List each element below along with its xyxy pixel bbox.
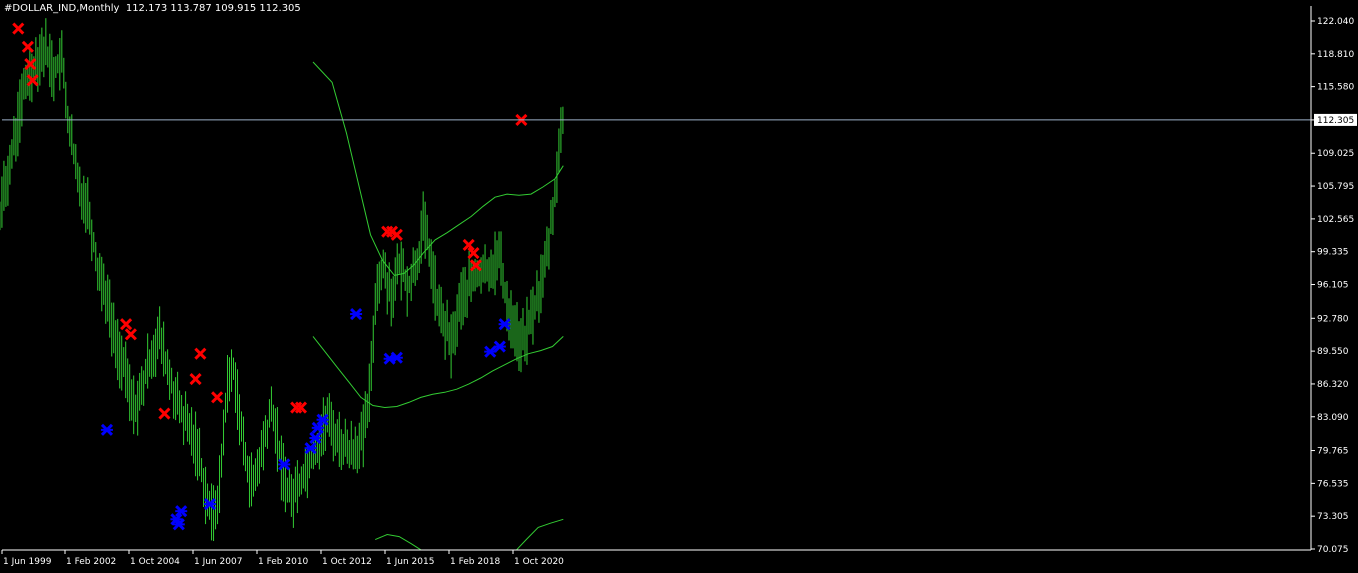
- sell-marker-14: [124, 328, 137, 341]
- y-tick-label-6: 102.565: [1317, 215, 1354, 225]
- y-tick-label-9: 92.780: [1317, 314, 1349, 324]
- x-tick-label-7: 1 Feb 2018: [450, 557, 501, 567]
- x-tick-label-3: 1 Jun 2007: [194, 557, 242, 567]
- y-tick-label-14: 76.535: [1317, 479, 1349, 489]
- y-tick-label-16: 70.075: [1317, 545, 1349, 555]
- y-tick-label-15: 73.305: [1317, 512, 1349, 522]
- buy-marker-6: [278, 458, 291, 471]
- y-tick-label-7: 99.335: [1317, 248, 1349, 258]
- buy-marker-14: [484, 345, 497, 358]
- chart-area[interactable]: #DOLLAR_IND,Monthly 112.173 113.787 109.…: [0, 0, 1358, 573]
- buy-marker-7: [304, 442, 317, 455]
- buy-marker-16: [498, 318, 511, 331]
- x-tick-label-5: 1 Oct 2012: [322, 557, 372, 567]
- x-tick-label-1: 1 Feb 2002: [66, 557, 116, 567]
- y-tick-label-10: 89.550: [1317, 347, 1349, 357]
- envelope-bands: [312, 61, 564, 551]
- y-tick-label-4: 109.025: [1317, 149, 1354, 159]
- y-tick-label-13: 79.765: [1317, 447, 1349, 457]
- band-line-0: [312, 61, 564, 276]
- sell-marker-16: [189, 373, 202, 386]
- buy-marker-13: [390, 351, 403, 364]
- band-line-1: [312, 336, 564, 409]
- x-tick-label-4: 1 Feb 2010: [258, 557, 309, 567]
- sell-marker-10: [21, 40, 34, 53]
- y-tick-label-5: 105.795: [1317, 182, 1354, 192]
- x-tick-label-2: 1 Oct 2004: [130, 557, 180, 567]
- y-tick-label-0: 122.040: [1317, 17, 1354, 27]
- buy-marker-1: [100, 423, 113, 436]
- x-tick-label-0: 1 Jun 1999: [3, 557, 52, 567]
- buy-marker-11: [350, 307, 363, 321]
- y-tick-label-12: 83.090: [1317, 413, 1349, 423]
- band-line-2: [375, 533, 422, 551]
- sell-marker-9: [12, 22, 25, 35]
- sell-marker-18: [211, 391, 224, 404]
- sell-marker-17: [194, 347, 207, 360]
- sell-marker-15: [158, 407, 171, 420]
- buy-marker-15: [493, 340, 506, 353]
- band-line-3: [516, 518, 564, 551]
- y-tick-label-11: 86.320: [1317, 380, 1349, 390]
- y-tick-label-1: 118.810: [1317, 50, 1354, 60]
- y-tick-label-2: 115.580: [1317, 83, 1354, 93]
- x-tick-label-6: 1 Jun 2015: [386, 557, 434, 567]
- y-tick-label-3: 112.305: [1317, 116, 1354, 126]
- x-tick-label-8: 1 Oct 2020: [514, 557, 564, 567]
- sell-marker-13: [120, 318, 133, 331]
- y-tick-label-8: 96.105: [1317, 281, 1349, 291]
- price-chart[interactable]: 122.040 118.810 115.580 112.305 109.025 105.7…: [0, 0, 1358, 573]
